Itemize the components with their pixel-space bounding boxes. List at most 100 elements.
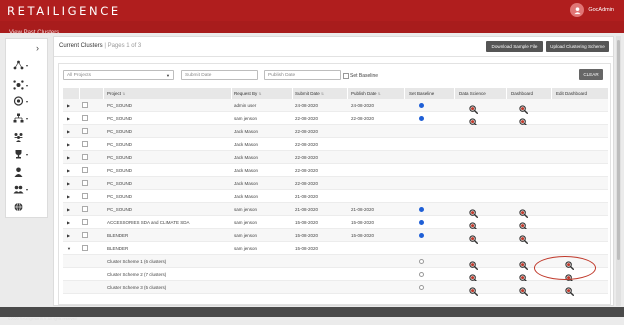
dashboard-magnify-icon[interactable] (519, 114, 528, 127)
baseline-radio[interactable] (419, 285, 424, 290)
table-row[interactable]: ▶ ACCESSORIES SDA and CLIMATE SDA sam jens… (63, 216, 608, 231)
row-checkbox[interactable] (82, 193, 88, 199)
data-science-magnify-icon[interactable] (469, 257, 478, 270)
row-checkbox[interactable] (82, 102, 88, 108)
data-science-magnify-icon[interactable] (469, 205, 478, 218)
table-row[interactable]: ▶ PC_SOUND sam jenson 21-08-2020 21-08-2020 (63, 203, 608, 218)
table-row[interactable]: Cluster Scheme 3 (5 clusters) (63, 281, 608, 296)
expand-row-icon[interactable]: ▶ (67, 142, 70, 147)
table-row[interactable]: ▶ PC_SOUND sam jenson 22-08-2020 22-08-2020 (63, 112, 608, 127)
submit-date-input[interactable]: Submit Date (181, 70, 258, 80)
avatar-icon[interactable] (570, 3, 585, 17)
row-checkbox[interactable] (82, 245, 88, 251)
row-checkbox[interactable] (82, 115, 88, 121)
vertical-scrollbar[interactable] (616, 36, 621, 306)
table-row[interactable]: Cluster Scheme 1 (6 clusters) (63, 255, 608, 270)
baseline-radio-selected[interactable] (419, 116, 424, 121)
set-baseline-checkbox[interactable] (343, 73, 349, 79)
baseline-radio-selected[interactable] (419, 220, 424, 225)
dashboard-magnify-icon[interactable] (519, 101, 528, 114)
row-checkbox[interactable] (82, 232, 88, 238)
data-science-magnify-icon[interactable] (469, 218, 478, 231)
baseline-radio-selected[interactable] (419, 207, 424, 212)
expand-row-icon[interactable]: ▶ (67, 207, 70, 212)
expand-row-icon[interactable]: ▶ (67, 103, 70, 108)
table-row[interactable]: ▶ PC_SOUND admin user 24-08-2020 24-08-2020 (63, 99, 608, 114)
baseline-radio-selected[interactable] (419, 103, 424, 108)
data-science-magnify-icon[interactable] (469, 270, 478, 283)
col-publish-date[interactable]: Publish Date ⇅ (351, 91, 381, 96)
table-row[interactable]: ▶ BLENDER sam jenson 15-08-2020 15-08-2020 (63, 229, 608, 244)
edit-dashboard-magnify-icon[interactable] (565, 283, 574, 296)
expand-row-icon[interactable]: ▶ (67, 220, 70, 225)
row-checkbox[interactable] (82, 206, 88, 212)
table-row[interactable]: ▶ PC_SOUND Jack Mason 22-08-2020 (63, 151, 608, 164)
sidebar-item-target[interactable]: ▾ (12, 96, 28, 106)
dashboard-magnify-icon[interactable] (519, 218, 528, 231)
app-logo[interactable]: RETAILIGENCE (7, 4, 121, 18)
expand-sidebar-icon[interactable]: › (36, 43, 39, 53)
table-row[interactable]: ▼ BLENDER sam jenson 15-08-2020 (63, 242, 608, 255)
user-name[interactable]: GocAdmin (588, 7, 614, 13)
chevron-down-icon: ▾ (26, 98, 29, 104)
dashboard-magnify-icon[interactable] (519, 270, 528, 283)
dashboard-magnify-icon[interactable] (519, 283, 528, 296)
publish-date-cell: 21-08-2020 (351, 207, 375, 212)
sidebar-item-user[interactable] (12, 167, 25, 177)
table-row[interactable]: ▶ PC_SOUND Jack Mason 22-08-2020 (63, 177, 608, 190)
request-by-cell: Jack Mason (234, 194, 259, 199)
table-row[interactable]: Cluster Scheme 2 (7 clusters) (63, 268, 608, 283)
expand-row-icon[interactable]: ▶ (67, 194, 70, 199)
col-project[interactable]: Project ⇅ (107, 91, 125, 96)
sidebar-item-tree[interactable]: ▾ (12, 113, 28, 123)
sidebar-item-awards[interactable]: ▾ (12, 149, 28, 159)
target-icon (12, 96, 25, 106)
chevron-down-icon: ▾ (26, 115, 29, 121)
sidebar-item-network[interactable]: ▾ (12, 60, 28, 70)
expand-row-icon[interactable]: ▶ (67, 233, 70, 238)
expand-row-icon[interactable]: ▼ (67, 246, 71, 251)
expand-row-icon[interactable]: ▶ (67, 155, 70, 160)
request-by-cell: Jack Mason (234, 155, 259, 160)
download-sample-button[interactable]: Download Sample File (486, 41, 543, 52)
row-checkbox[interactable] (82, 180, 88, 186)
project-select[interactable]: All Projects ▼ (63, 70, 174, 80)
upload-scheme-button[interactable]: Upload Clustering Scheme (546, 41, 609, 52)
clear-button[interactable]: CLEAR (579, 69, 603, 80)
sidebar-item-users[interactable]: ▾ (12, 184, 28, 194)
dashboard-magnify-icon[interactable] (519, 205, 528, 218)
data-science-magnify-icon[interactable] (469, 231, 478, 244)
users-icon (12, 184, 25, 194)
sidebar-item-clusters[interactable]: ▾ (12, 80, 28, 90)
expand-row-icon[interactable]: ▶ (67, 129, 70, 134)
user-menu[interactable]: GocAdmin (570, 3, 614, 17)
baseline-radio-selected[interactable] (419, 233, 424, 238)
baseline-radio[interactable] (419, 272, 424, 277)
scrollbar-thumb[interactable] (617, 40, 620, 260)
baseline-radio[interactable] (419, 259, 424, 264)
row-checkbox[interactable] (82, 154, 88, 160)
sidebar-item-global[interactable] (12, 202, 25, 212)
row-checkbox[interactable] (82, 219, 88, 225)
col-request-by[interactable]: Request By ⇅ (234, 91, 261, 96)
dashboard-magnify-icon[interactable] (519, 231, 528, 244)
dashboard-magnify-icon[interactable] (519, 257, 528, 270)
data-science-magnify-icon[interactable] (469, 114, 478, 127)
data-science-magnify-icon[interactable] (469, 101, 478, 114)
row-checkbox[interactable] (82, 167, 88, 173)
data-science-magnify-icon[interactable] (469, 283, 478, 296)
table-row[interactable]: ▶ PC_SOUND Jack Mason 21-08-2020 (63, 190, 608, 203)
col-submit-date[interactable]: Submit Date ⇅ (295, 91, 324, 96)
expand-row-icon[interactable]: ▶ (67, 168, 70, 173)
table-row[interactable]: ▶ PC_SOUND Jack Mason 22-08-2020 (63, 125, 608, 138)
row-checkbox[interactable] (82, 141, 88, 147)
chevron-down-icon: ▾ (26, 62, 29, 68)
expand-row-icon[interactable]: ▶ (67, 181, 70, 186)
sidebar-item-groups[interactable] (12, 132, 25, 142)
row-checkbox[interactable] (82, 128, 88, 134)
table-row[interactable]: ▶ PC_SOUND Jack Mason 22-08-2020 (63, 138, 608, 151)
publish-date-cell: 22-08-2020 (351, 116, 375, 121)
publish-date-input[interactable]: Publish Date (264, 70, 341, 80)
table-row[interactable]: ▶ PC_SOUND Jack Mason 22-08-2020 (63, 164, 608, 177)
expand-row-icon[interactable]: ▶ (67, 116, 70, 121)
